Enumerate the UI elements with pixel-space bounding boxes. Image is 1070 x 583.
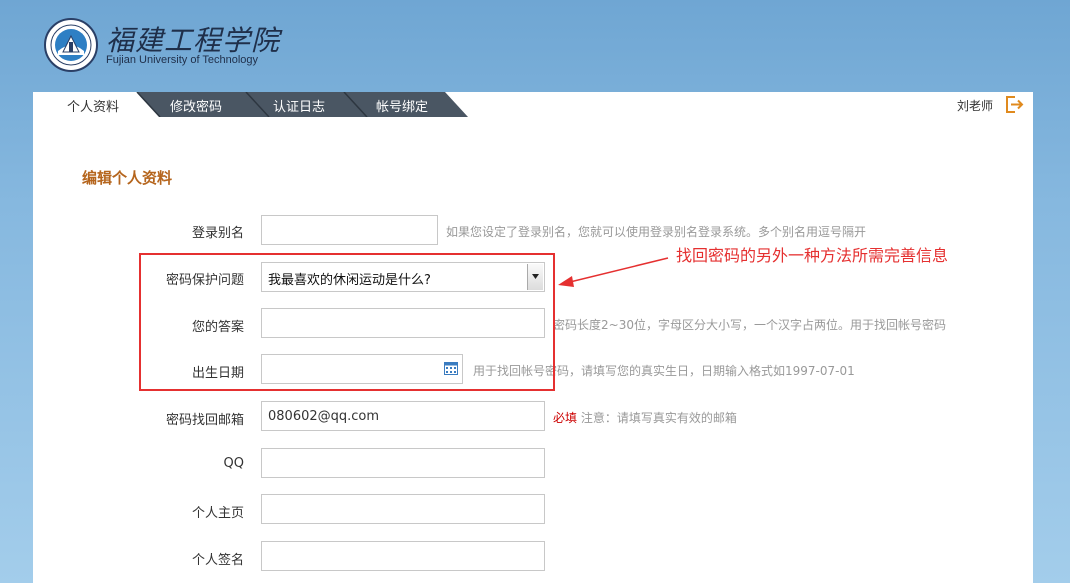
school-name-en: Fujian University of Technology	[106, 54, 259, 66]
email-hint-wrap: 必填 注意：请填写真实有效的邮箱	[553, 409, 737, 426]
homepage-label: 个人主页	[191, 506, 244, 521]
tab-bar: 个人资料 修改密码 认证日志 帐号绑定 刘老师	[33, 92, 1033, 117]
tab-profile[interactable]: 个人资料	[67, 96, 119, 115]
signature-label: 个人签名	[191, 553, 244, 568]
qq-label: QQ	[223, 456, 244, 471]
qq-input[interactable]	[261, 448, 545, 478]
user-name: 刘老师	[956, 99, 993, 113]
annotation-highlight-box	[139, 253, 555, 391]
tab-auth-log[interactable]: 认证日志	[273, 96, 325, 115]
school-logo: 福建工程学院 Fujian University of Technology	[44, 16, 279, 72]
school-emblem-icon	[44, 18, 98, 72]
answer-hint: 密码长度2~30位，字母区分大小写，一个汉字占两位。用于找回帐号密码	[553, 318, 946, 332]
school-name-cn: 福建工程学院	[106, 24, 281, 57]
email-hint: 注意：请填写真实有效的邮箱	[580, 411, 737, 425]
alias-input[interactable]	[261, 215, 438, 245]
alias-hint: 如果您设定了登录别名，您就可以使用登录别名登录系统。多个别名用逗号隔开	[446, 225, 867, 239]
homepage-input[interactable]	[261, 494, 545, 524]
required-badge: 必填	[553, 411, 578, 425]
logout-icon[interactable]	[1005, 95, 1025, 114]
annotation-text: 找回密码的另外一种方法所需完善信息	[676, 246, 949, 265]
section-title: 编辑个人资料	[82, 169, 173, 187]
email-input[interactable]	[261, 401, 545, 431]
tab-account-binding[interactable]: 帐号绑定	[376, 96, 428, 115]
tab-change-password[interactable]: 修改密码	[170, 96, 222, 115]
email-label: 密码找回邮箱	[165, 413, 244, 428]
signature-input[interactable]	[261, 541, 545, 571]
alias-label: 登录别名	[191, 226, 244, 241]
